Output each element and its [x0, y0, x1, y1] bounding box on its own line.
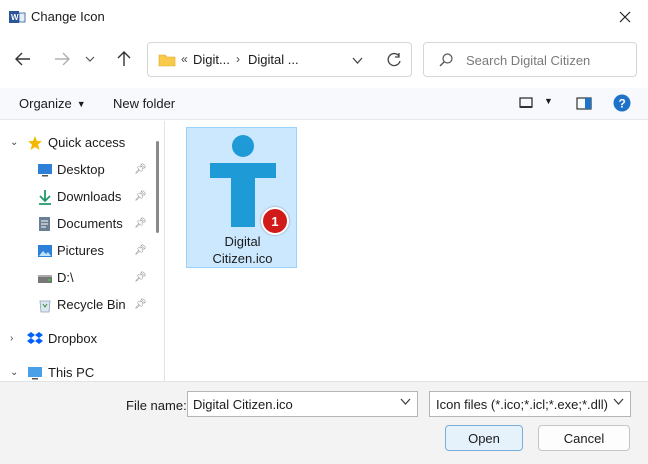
cancel-button[interactable]: Cancel	[538, 425, 630, 451]
pin-icon: 📌︎	[134, 164, 147, 175]
sidebar-item-label: Dropbox	[48, 331, 98, 346]
svg-text:W: W	[11, 13, 19, 22]
file-name-value: Digital Citizen.ico	[193, 397, 293, 412]
chevron-down-icon	[85, 56, 95, 62]
caret-down-icon: ▼	[76, 99, 86, 109]
dialog-footer: File name: Digital Citizen.ico Icon file…	[0, 381, 648, 464]
sidebar-item-label: Recycle Bin	[57, 297, 126, 312]
chevron-right-icon[interactable]: ›	[10, 333, 13, 344]
view-options-icon[interactable]	[519, 97, 533, 109]
recent-locations-button[interactable]	[80, 45, 100, 73]
file-type-select[interactable]: Icon files (*.ico;*.icl;*.exe;*.dll)	[429, 391, 631, 417]
pin-icon: 📌︎	[134, 218, 147, 229]
sidebar-item-quick-access[interactable]: ⌄ Quick access	[0, 129, 150, 156]
new-folder-button[interactable]: New folder	[113, 96, 175, 111]
help-icon[interactable]: ?	[613, 94, 631, 112]
up-button[interactable]	[110, 45, 138, 73]
chevron-down-icon	[613, 398, 624, 405]
sidebar-item-label: This PC	[48, 365, 95, 380]
file-name: Digital Citizen.ico	[187, 233, 298, 267]
command-bar: Organize ▼ New folder ▼ ?	[0, 88, 648, 120]
sidebar-item-drive-d[interactable]: D:\ 📌︎	[0, 264, 150, 291]
breadcrumb-part[interactable]: Digital ...	[248, 52, 299, 67]
sidebar-item-pictures[interactable]: Pictures 📌︎	[0, 237, 150, 264]
navigation-pane: ⌄ Quick access Desktop 📌︎ Downloads 📌︎ D…	[0, 121, 165, 381]
chevron-down-icon[interactable]: ⌄	[10, 137, 18, 148]
file-name-line: Citizen.ico	[212, 251, 273, 266]
annotation-badge: 1	[261, 207, 289, 235]
star-icon	[28, 135, 42, 150]
dropbox-icon	[27, 331, 43, 344]
pictures-icon	[38, 244, 52, 257]
sidebar-item-label: Pictures	[57, 243, 104, 258]
pin-icon: 📌︎	[134, 272, 147, 283]
back-button[interactable]	[9, 45, 37, 73]
sidebar-item-this-pc[interactable]: ⌄ This PC	[0, 359, 150, 381]
search-icon	[439, 53, 453, 67]
download-icon	[39, 189, 51, 205]
sidebar-item-label: D:\	[57, 270, 74, 285]
arrow-up-icon	[117, 51, 131, 66]
pin-icon: 📌︎	[134, 299, 147, 310]
file-name-label: File name:	[126, 398, 187, 413]
arrow-right-icon	[55, 52, 70, 66]
sidebar-item-documents[interactable]: Documents 📌︎	[0, 210, 150, 237]
open-button[interactable]: Open	[445, 425, 523, 451]
sidebar-item-label: Downloads	[57, 189, 122, 204]
preview-pane-icon[interactable]	[576, 97, 592, 110]
title-bar: W Change Icon	[0, 0, 648, 34]
file-type-value: Icon files (*.ico;*.icl;*.exe;*.dll)	[436, 397, 608, 412]
sidebar-item-recycle-bin[interactable]: Recycle Bin 📌︎	[0, 291, 150, 318]
document-icon	[39, 216, 50, 231]
file-name-field[interactable]: Digital Citizen.ico	[187, 391, 418, 417]
file-list: Digital Citizen.ico	[166, 121, 648, 381]
file-name-line: Digital	[224, 234, 261, 249]
search-placeholder: Search Digital Citizen	[466, 53, 591, 68]
svg-text:?: ?	[619, 97, 626, 111]
chevron-down-icon[interactable]	[400, 398, 411, 405]
organize-menu[interactable]: Organize ▼	[19, 96, 86, 111]
word-app-icon: W	[9, 11, 26, 23]
chevron-down-icon[interactable]: ⌄	[10, 367, 18, 378]
address-bar[interactable]: « Digit... › Digital ...	[147, 42, 412, 77]
sidebar-item-label: Desktop	[57, 162, 105, 177]
refresh-icon[interactable]	[386, 52, 402, 68]
sidebar-item-downloads[interactable]: Downloads 📌︎	[0, 183, 150, 210]
caret-down-icon[interactable]: ▼	[544, 96, 553, 106]
file-item[interactable]: Digital Citizen.ico	[186, 127, 297, 268]
sidebar-scrollbar[interactable]	[156, 141, 159, 233]
pin-icon: 📌︎	[134, 245, 147, 256]
desktop-icon	[38, 163, 52, 176]
window-title: Change Icon	[31, 9, 105, 24]
arrow-left-icon	[15, 52, 30, 66]
overflow-chevron[interactable]: «	[181, 52, 188, 66]
folder-icon	[158, 54, 176, 67]
close-icon	[619, 11, 631, 23]
sidebar-item-desktop[interactable]: Desktop 📌︎	[0, 156, 150, 183]
forward-button[interactable]	[48, 45, 76, 73]
sidebar-item-label: Documents	[57, 216, 123, 231]
recycle-bin-icon	[39, 300, 51, 312]
computer-icon	[28, 366, 42, 379]
breadcrumb-part[interactable]: Digit...	[193, 52, 230, 67]
organize-label: Organize	[19, 96, 72, 111]
close-button[interactable]	[602, 0, 648, 34]
drive-icon	[38, 274, 52, 283]
breadcrumb-separator: ›	[236, 52, 240, 66]
sidebar-item-dropbox[interactable]: › Dropbox	[0, 325, 150, 352]
pin-icon: 📌︎	[134, 191, 147, 202]
search-box[interactable]: Search Digital Citizen	[423, 42, 637, 77]
sidebar-item-label: Quick access	[48, 135, 126, 150]
chevron-down-icon[interactable]	[352, 57, 363, 64]
